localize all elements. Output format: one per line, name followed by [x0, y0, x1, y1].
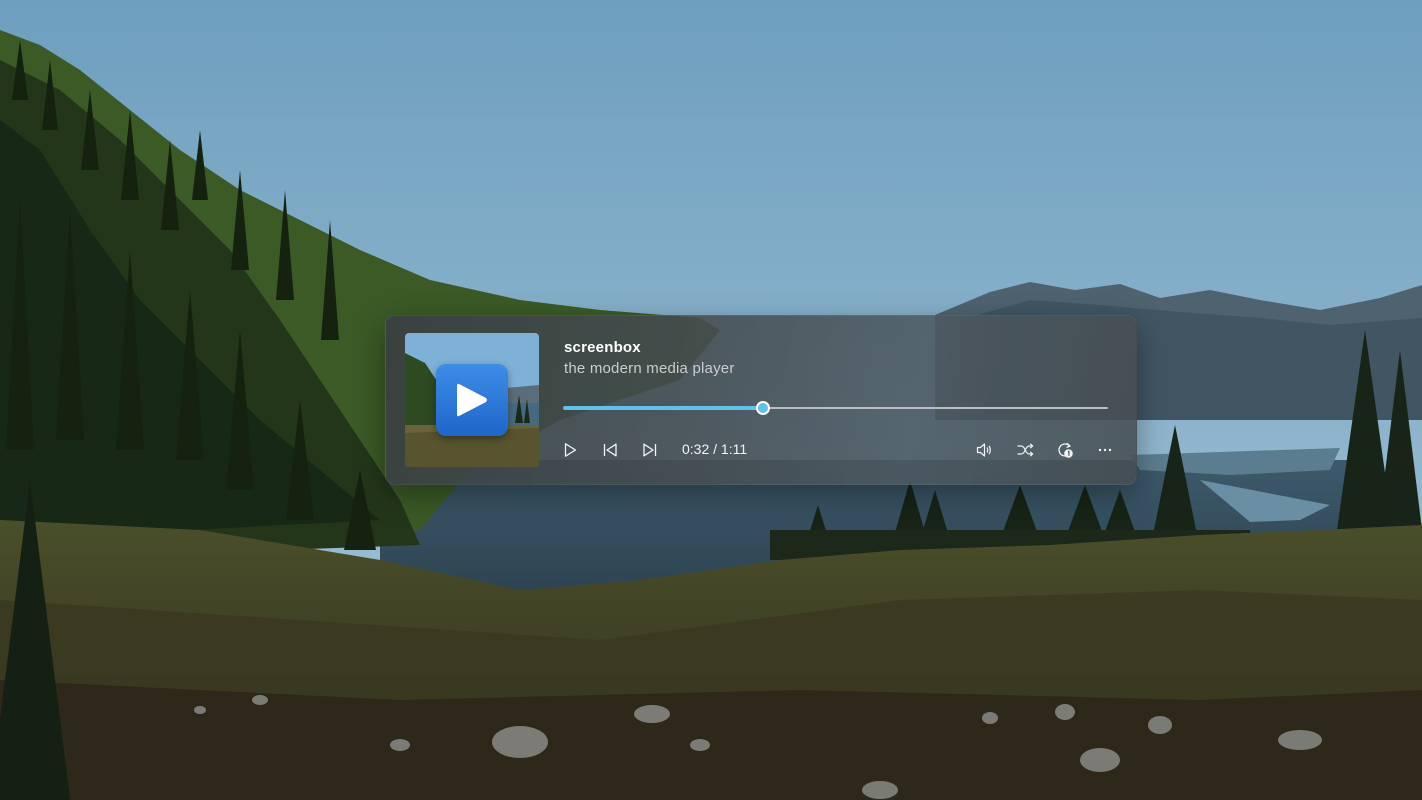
time-display: 0:32 / 1:11	[682, 441, 748, 457]
media-player-card: screenbox the modern media player 0:32 /…	[385, 315, 1137, 485]
seek-thumb[interactable]	[756, 401, 770, 415]
shuffle-icon	[1017, 443, 1034, 457]
more-options-button[interactable]	[1091, 437, 1119, 463]
repeat-button[interactable]	[1051, 437, 1079, 463]
media-subtitle: the modern media player	[564, 360, 735, 377]
screenbox-logo-icon	[436, 364, 508, 436]
shuffle-button[interactable]	[1011, 437, 1039, 463]
seek-progress	[563, 406, 763, 410]
seek-bar[interactable]	[563, 398, 1108, 418]
previous-icon	[603, 443, 617, 457]
next-button[interactable]	[636, 437, 664, 463]
volume-icon	[976, 443, 991, 457]
previous-button[interactable]	[596, 437, 624, 463]
play-icon	[564, 443, 577, 457]
more-icon	[1098, 448, 1112, 452]
next-icon	[643, 443, 657, 457]
repeat-one-icon	[1058, 442, 1073, 458]
media-title: screenbox	[564, 339, 641, 356]
play-button[interactable]	[556, 437, 584, 463]
album-art	[405, 333, 539, 467]
volume-button[interactable]	[971, 437, 999, 463]
